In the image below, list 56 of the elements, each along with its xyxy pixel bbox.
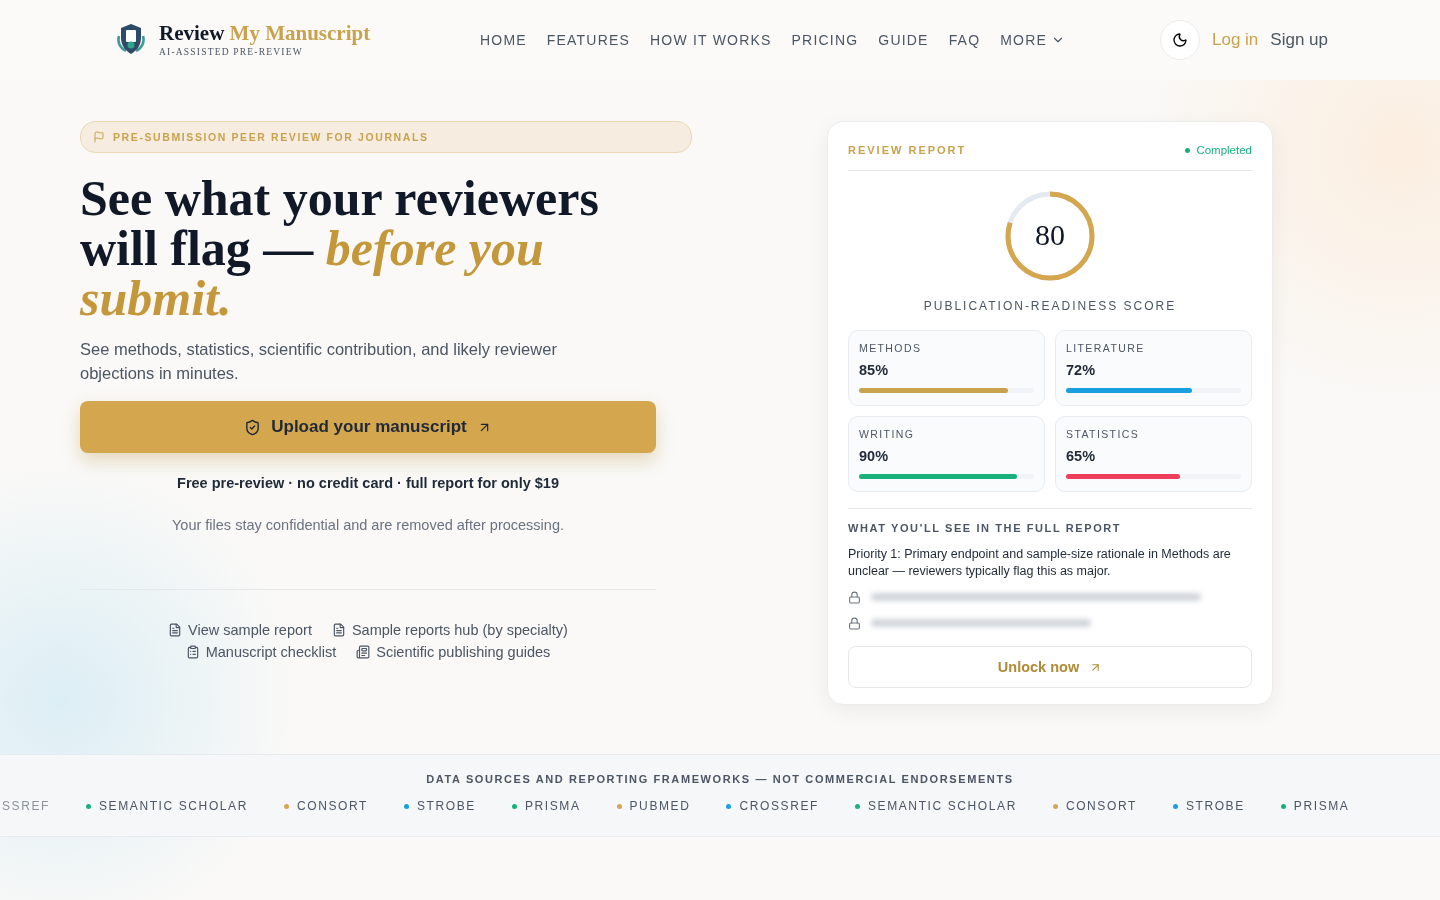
clipboard-icon xyxy=(185,645,200,659)
metric-name: WRITING xyxy=(859,428,916,440)
lock-icon xyxy=(848,590,861,604)
nav-link[interactable]: FEATURES xyxy=(546,32,631,48)
hero-subtitle: See methods, statistics, scientific contribution, and likely reviewer objections in minutes. xyxy=(80,339,558,384)
source-label: PRISMA xyxy=(1280,799,1350,813)
shield-check-icon xyxy=(244,418,262,436)
document-icon xyxy=(168,623,183,637)
moon-icon xyxy=(1172,32,1188,48)
source-label: STROBE xyxy=(1172,799,1245,813)
resource-link[interactable]: Manuscript checklist xyxy=(185,644,337,660)
priority-text: Priority 1: Primary endpoint and sample-size rationale in Methods are unclear — reviewers typically flag this as major. xyxy=(848,546,1232,580)
source-label: SEMANTIC SCHOLAR xyxy=(854,799,1017,813)
nav-link[interactable]: HOW IT WORKS xyxy=(650,32,772,48)
metric-name: STATISTICS xyxy=(1066,428,1141,440)
upload-button[interactable]: Upload your manuscript xyxy=(80,401,656,453)
status-label: Completed xyxy=(1185,144,1252,156)
card-title: REVIEW REPORT xyxy=(848,144,967,156)
source-label: PRISMA xyxy=(511,799,581,813)
score-label: PUBLICATION-READINESS SCORE xyxy=(922,299,1178,313)
score-value: 80 xyxy=(1034,218,1066,252)
source-label: PUBMED xyxy=(616,799,691,813)
theme-toggle-button[interactable] xyxy=(1160,20,1200,60)
document-icon xyxy=(331,623,346,637)
metric-value: 72% xyxy=(1066,362,1097,378)
source-label: STROBE xyxy=(403,799,476,813)
resource-link[interactable]: View sample report xyxy=(168,622,312,638)
source-label: CONSORT xyxy=(283,799,368,813)
hero-headline: See what your reviewers will flag — before you submit. xyxy=(80,173,600,323)
logo-title[interactable]: Review My Manuscript xyxy=(159,23,371,44)
offer-text: Free pre-review · no credit card · full report for only $19 xyxy=(176,475,560,491)
nav-link[interactable]: PRICING xyxy=(791,32,859,48)
metric-name: METHODS xyxy=(859,342,923,354)
nav-link[interactable]: GUIDE xyxy=(878,32,929,48)
metric-value: 85% xyxy=(859,362,890,378)
logo-tagline: AI-ASSISTED PRE-REVIEW xyxy=(159,47,304,57)
signup-link[interactable]: Sign up xyxy=(1270,30,1328,50)
resource-link[interactable]: Scientific publishing guides xyxy=(356,644,551,660)
source-label: CROSSREF xyxy=(726,799,819,813)
source-label: CONSORT xyxy=(1052,799,1137,813)
lock-icon xyxy=(848,616,861,630)
section-heading: WHAT YOU'LL SEE IN THE FULL REPORT xyxy=(848,522,1123,534)
flag-icon xyxy=(93,131,105,143)
source-label: SEMANTIC SCHOLAR xyxy=(86,799,248,813)
metric-value: 90% xyxy=(859,448,890,464)
metric-name: LITERATURE xyxy=(1066,342,1146,354)
source-label: SSREF xyxy=(2,799,50,813)
metric-value: 65% xyxy=(1066,448,1097,464)
nav-link[interactable]: FAQ xyxy=(948,32,981,48)
band-heading: DATA SOURCES AND REPORTING FRAMEWORKS — NOT COMMERCIAL ENDORSEMENTS xyxy=(425,773,1015,785)
newspaper-icon xyxy=(356,645,371,659)
nav-link[interactable]: HOME xyxy=(480,32,527,48)
badge-text: PRE-SUBMISSION PEER REVIEW FOR JOURNALS xyxy=(113,131,429,143)
privacy-note: Your files stay confidential and are removed after processing. xyxy=(171,517,565,533)
nav-menu[interactable]: MORE xyxy=(1000,32,1066,48)
resource-link[interactable]: Sample reports hub (by specialty) xyxy=(331,622,568,638)
